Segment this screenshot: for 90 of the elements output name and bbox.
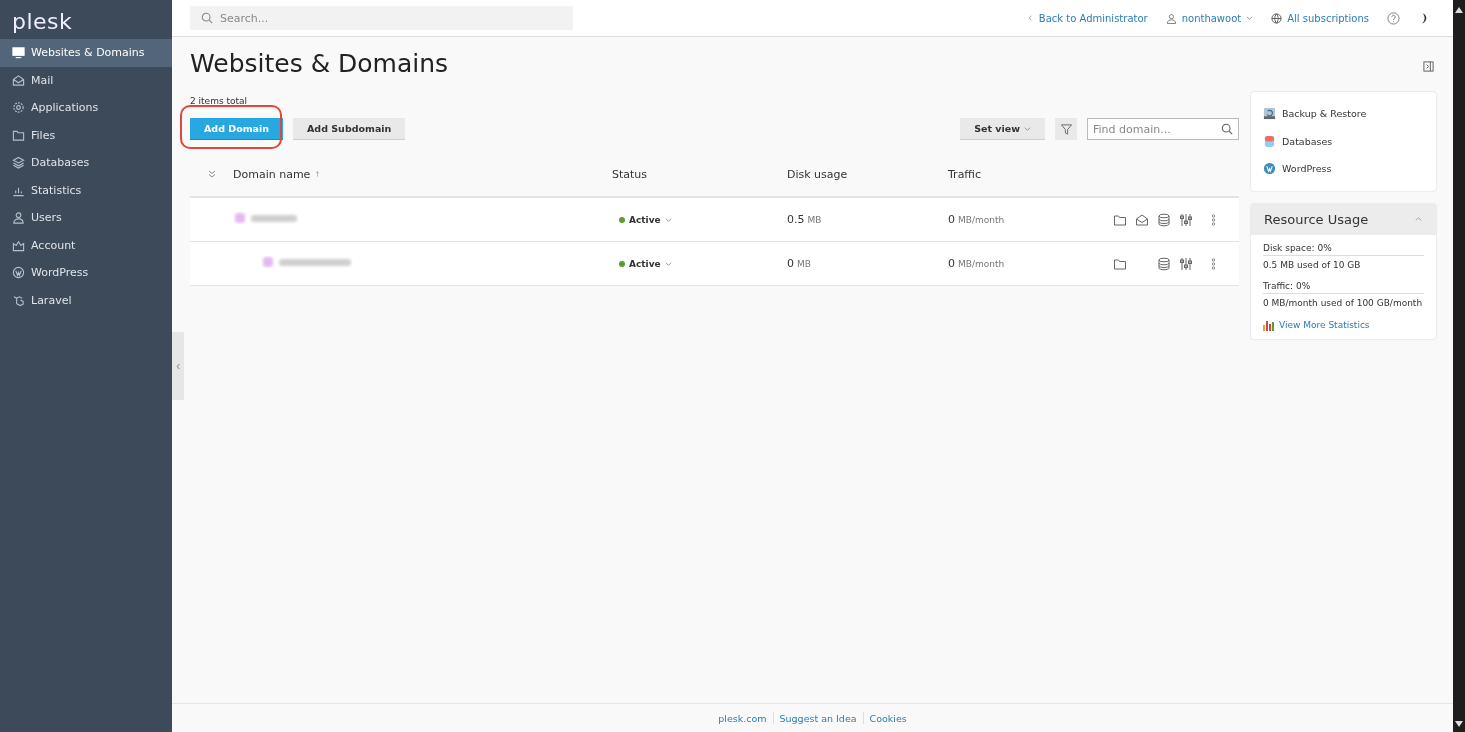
caret-icon — [1024, 125, 1031, 132]
hard-drive-icon — [1263, 107, 1276, 121]
usage-label: Traffic: 0% — [1263, 278, 1424, 294]
caret-icon — [664, 261, 672, 267]
expand-all-icon[interactable] — [207, 170, 216, 178]
user-icon — [12, 211, 25, 225]
sidebar-item[interactable]: Users — [0, 204, 172, 232]
status-dropdown[interactable]: Active — [619, 259, 672, 269]
gear-icon — [12, 101, 25, 115]
page-title: Websites & Domains — [190, 49, 449, 80]
sliders-icon[interactable] — [1179, 256, 1193, 271]
sidebar-item[interactable]: Statistics — [0, 176, 172, 204]
usage-detail: 0 MB/month used of 100 GB/month — [1263, 296, 1424, 310]
sidebar-item[interactable]: WordPress — [0, 259, 172, 287]
folder-icon[interactable] — [1113, 212, 1127, 227]
sidebar-item[interactable]: Databases — [0, 149, 172, 177]
search-icon — [1221, 123, 1233, 135]
user-menu[interactable]: nonthawoot — [1165, 12, 1254, 24]
chevron-left-icon — [175, 362, 181, 370]
view-statistics-link[interactable]: View More Statistics — [1263, 318, 1370, 331]
sidebar-item[interactable]: Applications — [0, 94, 172, 122]
quick-link[interactable]: Backup & Restore — [1263, 100, 1424, 128]
monitor-icon — [12, 46, 25, 60]
bar-chart-icon — [1263, 318, 1275, 331]
quick-link[interactable]: WordPress — [1263, 155, 1424, 183]
wp-icon — [12, 266, 25, 280]
database-icon[interactable] — [1157, 212, 1171, 227]
find-domain-field[interactable]: Find domain... — [1087, 118, 1239, 140]
column-header: Status — [612, 167, 648, 181]
subscriptions-link[interactable]: All subscriptions — [1271, 12, 1369, 24]
column-header[interactable]: Domain name — [233, 167, 322, 181]
back-link[interactable]: Back to Administrator — [1026, 12, 1148, 24]
sort-up-icon — [314, 171, 322, 177]
caret-icon — [664, 217, 672, 223]
filter-icon — [1059, 122, 1073, 136]
status-dropdown[interactable]: Active — [619, 215, 672, 225]
more-icon[interactable] — [1211, 212, 1216, 227]
plesk-logo[interactable]: plesk — [0, 0, 73, 39]
usage-label: Disk space: 0% — [1263, 240, 1424, 256]
chevron-left-icon — [1026, 15, 1034, 21]
resource-usage-header[interactable]: Resource Usage — [1251, 203, 1436, 235]
search-field[interactable]: Search... — [190, 6, 573, 30]
sidebar-item[interactable]: Files — [0, 121, 172, 149]
search-icon — [201, 12, 213, 24]
set-view-button[interactable]: Set view — [960, 118, 1045, 140]
status-dot-icon — [619, 261, 625, 267]
traffic-value: 0 — [948, 213, 955, 226]
footer-link[interactable]: plesk.com — [718, 712, 767, 724]
scroll-down-icon — [1455, 721, 1463, 727]
disk-usage-unit: MB — [797, 259, 811, 269]
database-icon[interactable] — [1157, 256, 1171, 271]
column-header: Traffic — [948, 167, 982, 181]
caret-icon — [1246, 15, 1254, 21]
usage-detail: 0.5 MB used of 10 GB — [1263, 258, 1362, 272]
sliders-icon[interactable] — [1179, 212, 1193, 227]
disk-usage-value: 0 — [787, 257, 794, 270]
traffic-unit: MB/month — [958, 215, 1005, 225]
sidebar-item[interactable]: Account — [0, 231, 172, 259]
laravel-icon — [12, 293, 25, 307]
footer-link[interactable]: Suggest an Idea — [779, 712, 857, 724]
database-icon — [1263, 134, 1276, 148]
quick-link[interactable]: Databases — [1263, 127, 1424, 155]
sidebar-item[interactable]: Websites & Domains — [0, 39, 172, 67]
items-total: 2 items total — [190, 96, 248, 106]
layers-icon — [12, 156, 25, 170]
disk-usage-value: 0.5 — [787, 213, 805, 226]
disk-usage-unit: MB — [807, 215, 822, 225]
scrollbar[interactable] — [1453, 0, 1465, 732]
status-dot-icon — [619, 217, 625, 223]
traffic-unit: MB/month — [958, 259, 1005, 269]
filter-button[interactable] — [1055, 118, 1077, 140]
mail-icon — [12, 73, 25, 87]
traffic-value: 0 — [948, 257, 955, 270]
globe-icon — [1271, 12, 1283, 24]
sidebar-collapse-handle[interactable] — [172, 332, 184, 400]
user-icon — [1165, 12, 1177, 24]
sidebar-item[interactable]: Mail — [0, 66, 172, 94]
mail-icon[interactable] — [1135, 212, 1149, 227]
column-header: Disk usage — [787, 167, 848, 181]
sidebar-item[interactable]: Laravel — [0, 286, 172, 314]
collapse-icon — [1415, 216, 1422, 222]
wordpress-icon — [1263, 162, 1276, 176]
folder-icon — [12, 128, 25, 142]
secondary-button[interactable]: Add Subdomain — [293, 118, 406, 140]
folder-icon[interactable] — [1113, 256, 1127, 271]
footer-link[interactable]: Cookies — [869, 712, 907, 724]
panel-toggle-icon[interactable] — [1423, 61, 1434, 72]
more-icon[interactable] — [1211, 256, 1216, 271]
crown-icon — [12, 238, 25, 252]
scroll-up-icon — [1455, 7, 1463, 13]
